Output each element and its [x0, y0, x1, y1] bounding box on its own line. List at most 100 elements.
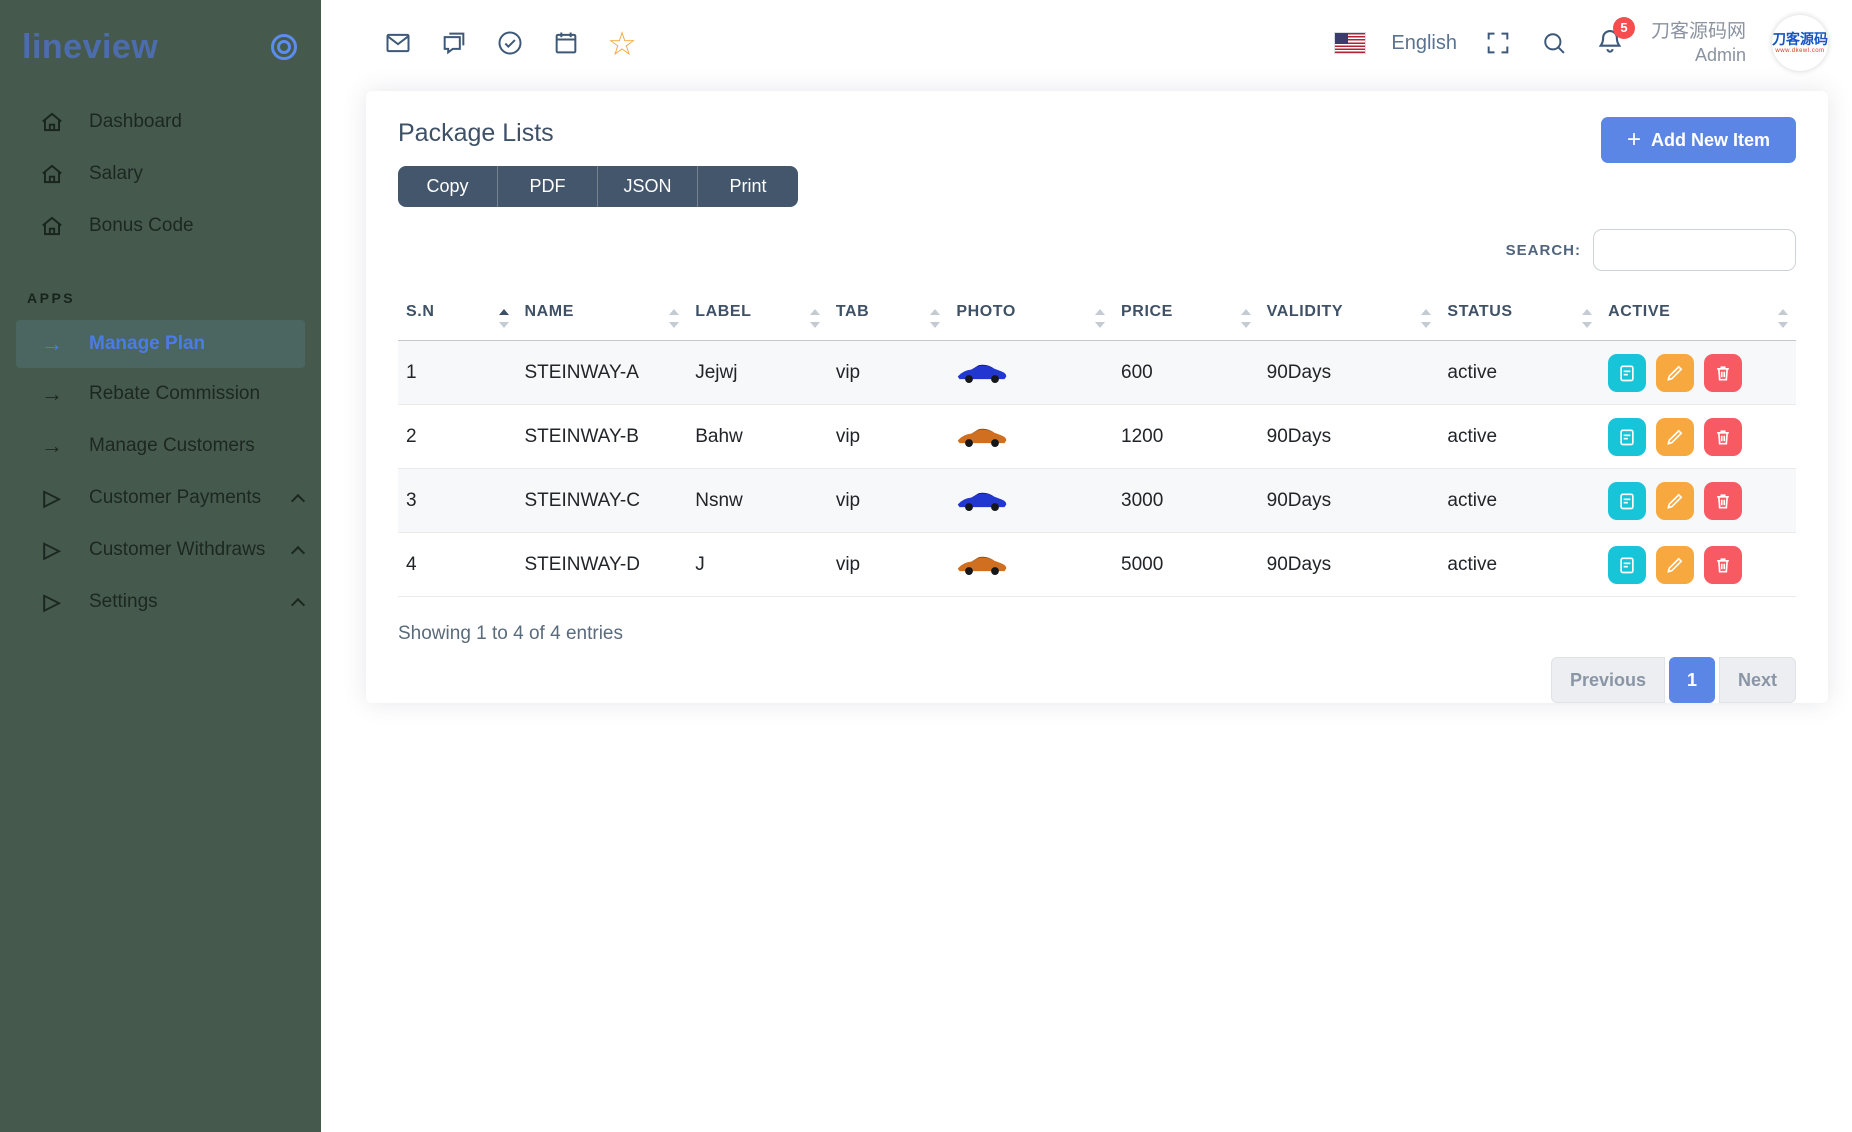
- sidebar-item-label: Manage Customers: [89, 435, 255, 457]
- pdf-button[interactable]: PDF: [498, 166, 598, 207]
- edit-button[interactable]: [1656, 482, 1694, 520]
- sidebar-item-label: Customer Withdraws: [89, 539, 265, 561]
- cell-active: [1600, 405, 1796, 469]
- fullscreen-icon[interactable]: [1483, 28, 1513, 58]
- page-title: Package Lists: [398, 119, 1796, 148]
- sidebar-item-manage-plan[interactable]: → Manage Plan: [16, 320, 305, 368]
- sidebar-item-bonus-code[interactable]: Bonus Code: [0, 200, 321, 252]
- cell-photo: [948, 405, 1113, 469]
- column-header-tab[interactable]: TAB: [828, 293, 949, 341]
- search-input[interactable]: [1593, 229, 1796, 271]
- entries-summary: Showing 1 to 4 of 4 entries: [398, 623, 1796, 645]
- sidebar-item-customer-payments[interactable]: ▷ Customer Payments: [0, 472, 321, 524]
- sidebar-item-rebate-commission[interactable]: → Rebate Commission: [0, 368, 321, 420]
- sort-icons: [499, 309, 509, 328]
- delete-button[interactable]: [1704, 418, 1742, 456]
- avatar-logo-text: 刀客源码: [1772, 32, 1828, 46]
- export-button-group: Copy PDF JSON Print: [398, 166, 798, 207]
- column-header-active[interactable]: ACTIVE: [1600, 293, 1796, 341]
- cell-active: [1600, 533, 1796, 597]
- sort-icons: [669, 309, 679, 328]
- edit-button[interactable]: [1656, 354, 1694, 392]
- delete-button[interactable]: [1704, 482, 1742, 520]
- sort-icons: [1421, 309, 1431, 328]
- calendar-icon[interactable]: [551, 28, 581, 58]
- arrow-right-icon: →: [37, 381, 67, 407]
- user-menu[interactable]: 刀客源码网 Admin: [1651, 20, 1746, 66]
- sort-icons: [1241, 309, 1251, 328]
- copy-button[interactable]: Copy: [398, 166, 498, 207]
- sidebar-item-label: Manage Plan: [89, 333, 205, 355]
- bell-icon[interactable]: 5: [1595, 26, 1625, 61]
- row-actions: [1608, 354, 1788, 392]
- sidebar-item-label: Customer Payments: [89, 487, 261, 509]
- cell-name: STEINWAY-C: [517, 469, 688, 533]
- column-header-photo[interactable]: PHOTO: [948, 293, 1113, 341]
- search-label: SEARCH:: [1506, 242, 1581, 259]
- edit-button[interactable]: [1656, 546, 1694, 584]
- column-header-status[interactable]: STATUS: [1439, 293, 1600, 341]
- page-1-button[interactable]: 1: [1669, 657, 1715, 703]
- us-flag-icon[interactable]: [1335, 33, 1365, 53]
- row-actions: [1608, 418, 1788, 456]
- cell-active: [1600, 341, 1796, 405]
- pagination: Previous 1 Next: [398, 657, 1796, 703]
- view-button[interactable]: [1608, 546, 1646, 584]
- previous-page-button[interactable]: Previous: [1551, 657, 1665, 703]
- json-button[interactable]: JSON: [598, 166, 698, 207]
- sidebar-item-manage-customers[interactable]: → Manage Customers: [0, 420, 321, 472]
- chat-icon[interactable]: [439, 28, 469, 58]
- check-circle-icon[interactable]: [495, 28, 525, 58]
- table-row: 3STEINWAY-CNsnwvip300090Daysactive: [398, 469, 1796, 533]
- print-button[interactable]: Print: [698, 166, 798, 207]
- cell-price: 5000: [1113, 533, 1259, 597]
- column-header-validity[interactable]: VALIDITY: [1259, 293, 1440, 341]
- sidebar-item-salary[interactable]: Salary: [0, 148, 321, 200]
- cell-photo: [948, 533, 1113, 597]
- edit-button[interactable]: [1656, 418, 1694, 456]
- sidebar-nav: Dashboard Salary Bonus Code APPS → Manag…: [0, 96, 321, 628]
- cell-photo: [948, 469, 1113, 533]
- star-icon[interactable]: ☆: [607, 28, 637, 58]
- add-new-item-button[interactable]: + Add New Item: [1601, 117, 1796, 163]
- column-header-sn[interactable]: S.N: [398, 293, 517, 341]
- column-header-price[interactable]: PRICE: [1113, 293, 1259, 341]
- car-photo: [956, 425, 1105, 449]
- play-icon: ▷: [37, 589, 67, 615]
- sidebar-item-settings[interactable]: ▷ Settings: [0, 576, 321, 628]
- sidebar-item-label: Dashboard: [89, 111, 182, 133]
- cell-tab: vip: [828, 469, 949, 533]
- cell-tab: vip: [828, 405, 949, 469]
- topbar: ☆ English 5 刀客源码网 Admin 刀客源码 www.dkewl.c…: [321, 0, 1852, 86]
- next-page-button[interactable]: Next: [1719, 657, 1796, 703]
- sidebar-item-label: Salary: [89, 163, 143, 185]
- language-selector[interactable]: English: [1391, 32, 1457, 55]
- avatar[interactable]: 刀客源码 www.dkewl.com: [1772, 15, 1828, 71]
- sidebar-item-customer-withdraws[interactable]: ▷ Customer Withdraws: [0, 524, 321, 576]
- table-row: 2STEINWAY-BBahwvip120090Daysactive: [398, 405, 1796, 469]
- cell-status: active: [1439, 469, 1600, 533]
- package-lists-card: Package Lists + Add New Item Copy PDF JS…: [366, 91, 1828, 703]
- view-button[interactable]: [1608, 418, 1646, 456]
- column-header-name[interactable]: NAME: [517, 293, 688, 341]
- delete-button[interactable]: [1704, 546, 1742, 584]
- cell-tab: vip: [828, 533, 949, 597]
- sort-icons: [1582, 309, 1592, 328]
- cell-status: active: [1439, 533, 1600, 597]
- sidebar-item-label: Bonus Code: [89, 215, 194, 237]
- column-header-label[interactable]: LABEL: [687, 293, 828, 341]
- sidebar-section-apps: APPS: [0, 252, 321, 320]
- view-button[interactable]: [1608, 482, 1646, 520]
- avatar-logo-subtext: www.dkewl.com: [1775, 48, 1824, 54]
- search-icon[interactable]: [1539, 28, 1569, 58]
- cell-name: STEINWAY-B: [517, 405, 688, 469]
- delete-button[interactable]: [1704, 354, 1742, 392]
- chevron-up-icon: [291, 546, 305, 560]
- home-icon: [37, 213, 67, 239]
- sidebar-toggle-icon[interactable]: [271, 34, 297, 60]
- mail-icon[interactable]: [383, 28, 413, 58]
- cell-sn: 1: [398, 341, 517, 405]
- row-actions: [1608, 546, 1788, 584]
- sidebar-item-dashboard[interactable]: Dashboard: [0, 96, 321, 148]
- view-button[interactable]: [1608, 354, 1646, 392]
